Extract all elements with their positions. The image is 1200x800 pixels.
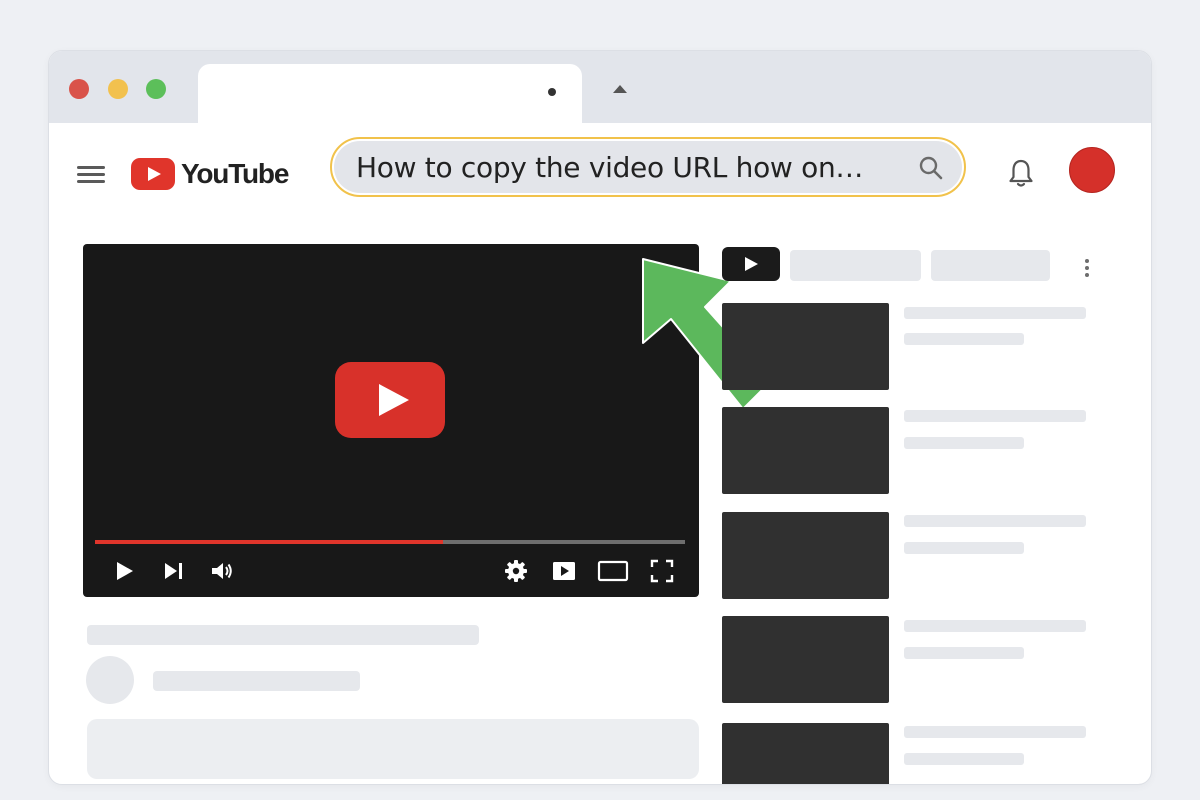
filter-chip[interactable] xyxy=(931,250,1050,281)
youtube-logo[interactable]: YouTube xyxy=(131,154,289,194)
recommended-video-title xyxy=(904,515,1086,527)
recommended-video-thumbnail[interactable] xyxy=(722,303,889,390)
search-input-value: How to copy the video URL how on… xyxy=(356,150,864,184)
recommended-video-title xyxy=(904,726,1086,738)
video-player[interactable] xyxy=(83,244,699,597)
theater-icon[interactable] xyxy=(597,558,629,584)
settings-icon[interactable] xyxy=(503,558,529,584)
miniplayer-icon[interactable] xyxy=(551,558,577,584)
big-play-button[interactable] xyxy=(335,362,445,438)
progress-bar[interactable] xyxy=(95,540,685,544)
logo-text: YouTube xyxy=(181,158,289,189)
recommended-video-thumbnail[interactable] xyxy=(722,512,889,599)
youtube-logo-icon xyxy=(131,158,175,190)
recommended-video-title xyxy=(904,307,1086,319)
recommended-video-meta xyxy=(904,753,1024,765)
channel-name-placeholder xyxy=(153,671,360,691)
tab-chevron-up-icon[interactable] xyxy=(613,85,627,93)
recommended-video-title xyxy=(904,620,1086,632)
minimize-window-button[interactable] xyxy=(108,79,128,99)
volume-icon[interactable] xyxy=(209,558,235,584)
video-description-placeholder[interactable] xyxy=(87,719,699,779)
recommended-video-title xyxy=(904,410,1086,422)
search-box[interactable]: How to copy the video URL how on… xyxy=(330,137,966,197)
recommended-video-thumbnail[interactable] xyxy=(722,407,889,494)
recommended-video-thumbnail[interactable] xyxy=(722,723,889,784)
recommended-video-meta xyxy=(904,333,1024,345)
tab-indicator-icon xyxy=(548,88,556,96)
recommended-video-thumbnail[interactable] xyxy=(722,616,889,703)
recommended-video-meta xyxy=(904,542,1024,554)
search-input[interactable]: How to copy the video URL how on… xyxy=(334,141,962,193)
avatar[interactable] xyxy=(1069,147,1115,193)
tab-bar xyxy=(49,51,1151,126)
close-window-button[interactable] xyxy=(69,79,89,99)
chip-play-button[interactable] xyxy=(722,247,780,281)
search-icon[interactable] xyxy=(918,155,944,181)
progress-bar-fill xyxy=(95,540,444,544)
active-tab[interactable] xyxy=(198,64,582,126)
recommended-video-meta xyxy=(904,437,1024,449)
bell-icon[interactable] xyxy=(1007,157,1035,189)
play-icon[interactable] xyxy=(111,558,137,584)
fullscreen-icon[interactable] xyxy=(649,558,675,584)
maximize-window-button[interactable] xyxy=(146,79,166,99)
browser-window: YouTube How to copy the video URL how on… xyxy=(48,50,1152,785)
next-icon[interactable] xyxy=(161,558,187,584)
more-options-icon[interactable] xyxy=(1083,259,1091,277)
video-title-placeholder xyxy=(87,625,479,645)
menu-icon[interactable] xyxy=(75,163,107,185)
recommended-video-meta xyxy=(904,647,1024,659)
filter-chip[interactable] xyxy=(790,250,921,281)
channel-avatar[interactable] xyxy=(86,656,134,704)
